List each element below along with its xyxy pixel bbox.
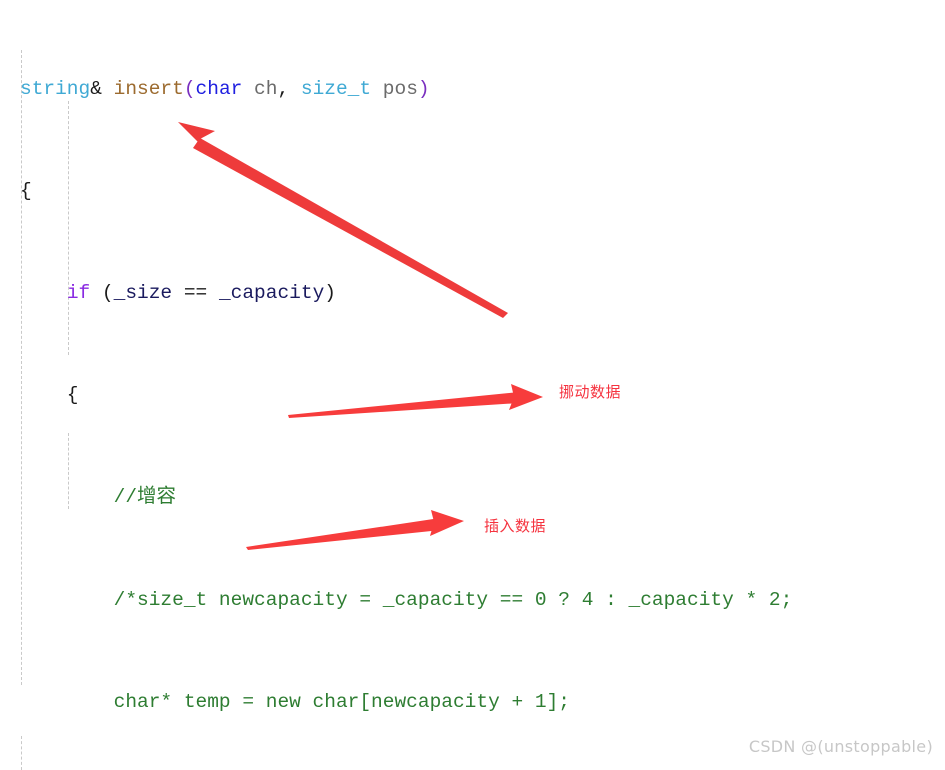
code-line: /*size_t newcapacity = _capacity == 0 ? … [20, 588, 793, 611]
code-line: { [20, 384, 79, 407]
code-line: string& insert(char ch, size_t pos) [20, 77, 430, 100]
code-screenshot: string& insert(char ch, size_t pos) { if… [0, 0, 945, 770]
code-line: { [20, 179, 32, 202]
code-block[interactable]: string& insert(char ch, size_t pos) { if… [0, 0, 945, 770]
code-line: if (_size == _capacity) [66, 282, 336, 305]
annotation-label-insert-data: 插入数据 [484, 517, 547, 535]
annotation-label-move-data: 挪动数据 [559, 383, 622, 401]
code-line: char* temp = new char[newcapacity + 1]; [20, 690, 570, 713]
code-line: //增容 [20, 486, 177, 509]
csdn-watermark: CSDN @(unstoppable) [748, 737, 933, 756]
